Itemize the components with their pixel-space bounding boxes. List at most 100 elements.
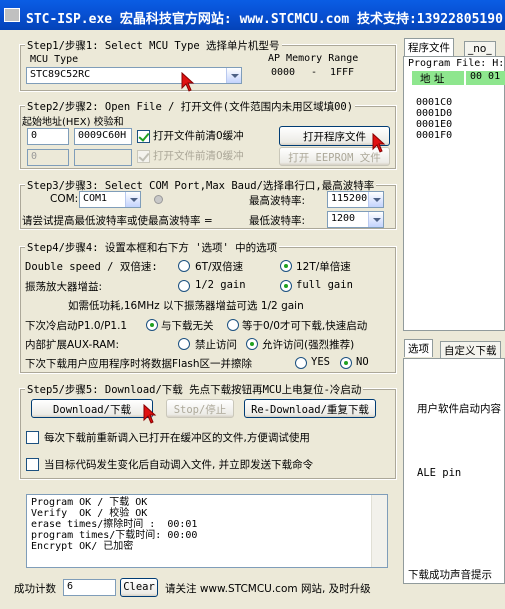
osc-full-label: full gain	[296, 279, 353, 291]
com-label: COM:	[50, 193, 79, 205]
window-title: STC-ISP.exe 宏晶科技官方网站: www.STCMCU.com 技术支…	[26, 12, 503, 27]
success-count-field: 6	[63, 579, 116, 596]
step5-label: Step5/步骤5: Download/下载 先点下载按钮再MCU上电复位-冷启…	[25, 382, 364, 397]
auxram-label: 内部扩展AUX-RAM:	[25, 339, 119, 351]
hex-row: 0001E0	[416, 119, 453, 130]
download-sound-label: 下载成功声音提示	[408, 569, 492, 581]
osc-half-label: 1/2 gain	[195, 279, 246, 291]
mcu-type-value: STC89C52RC	[30, 69, 91, 80]
tab-options[interactable]: 选项	[404, 339, 433, 357]
clear-buffer2-checkbox	[137, 150, 150, 163]
osc-note: 如需低功耗,16MHz 以下振荡器增益可选 1/2 gain	[68, 300, 304, 312]
p10-label: 下次冷启动P1.0/P1.1	[25, 320, 128, 332]
program-file-label: Program File: H:	[408, 58, 505, 69]
com-port-select[interactable]: COM1	[79, 191, 141, 208]
start-addr-label: 起始地址(HEX) 校验和	[22, 117, 124, 128]
clear-button-label: Clear	[123, 581, 155, 593]
reload-label: 每次下载前重新调入已打开在缓冲区的文件,方便调试使用	[44, 432, 310, 444]
min-baud-value: 1200	[331, 213, 356, 224]
app-icon	[4, 8, 20, 22]
clear-buffer2-label: 打开文件前清0缓冲	[153, 150, 244, 162]
min-baud-select[interactable]: 1200	[327, 211, 384, 228]
tab-no[interactable]: _no_	[464, 41, 496, 56]
status-led-icon	[154, 195, 163, 204]
hex-row: 0001D0	[416, 108, 453, 119]
tab-no-label: _no_	[468, 43, 492, 55]
val-header: 00 01	[466, 71, 505, 85]
auto-load-label: 当目标代码发生变化后自动调入文件, 并立即发送下载命令	[44, 459, 314, 471]
program-file-panel: Program File: H: 地 址 00 01 0001C0 0001D0…	[403, 56, 505, 331]
p10-none-radio[interactable]	[146, 319, 158, 331]
hex-row: 0001C0	[416, 97, 453, 108]
erase-yes-label: YES	[311, 356, 330, 368]
clear-buffer-label: 打开文件前清0缓冲	[153, 130, 244, 142]
max-baud-select[interactable]: 115200	[327, 191, 384, 208]
clear-buffer-checkbox[interactable]	[137, 130, 150, 143]
osc-half-radio[interactable]	[178, 280, 190, 292]
ap-memory-label: AP Memory Range	[268, 53, 359, 64]
ap-start: 0000	[271, 67, 296, 78]
erase-yes-radio[interactable]	[295, 357, 307, 369]
speed-6t-radio[interactable]	[178, 260, 190, 272]
ale-pin-label: ALE pin	[417, 467, 462, 479]
chevron-down-icon[interactable]	[368, 212, 383, 227]
checksum-field: 0009C60H	[74, 128, 132, 145]
erase-no-radio[interactable]	[340, 357, 352, 369]
stop-button-label: Stop/停止	[173, 404, 227, 416]
osc-label: 振荡放大器增益:	[25, 281, 103, 293]
ap-end: 1FFF	[330, 67, 355, 78]
tab-program-file[interactable]: 程序文件	[404, 38, 454, 56]
redownload-button-label: Re-Download/重复下载	[251, 404, 369, 416]
stop-button: Stop/停止	[166, 399, 234, 418]
speed-6t-label: 6T/双倍速	[195, 261, 244, 273]
baud-hint: 请尝试提高最低波特率或使最高波特率 =	[22, 215, 213, 227]
log-line: Program OK / 下载 OK	[31, 497, 148, 508]
p10-zero-radio[interactable]	[227, 319, 239, 331]
visit-website-text: 请关注 www.STCMCU.com 网站, 及时升级	[165, 583, 371, 595]
tab-custom-download-label: 自定义下载	[444, 345, 497, 357]
log-output[interactable]: Program OK / 下载 OK Verify OK / 校验 OK era…	[26, 494, 388, 568]
max-baud-value: 115200	[331, 193, 368, 204]
osc-full-radio[interactable]	[280, 280, 292, 292]
clear-button[interactable]: Clear	[120, 578, 158, 597]
user-soft-label: 用户软件启动内容	[417, 403, 501, 415]
step4-label: Step4/步骤4: 设置本框和右下方 '选项' 中的选项	[25, 240, 280, 255]
auto-load-checkbox[interactable]	[26, 458, 39, 471]
auxram-enable-label: 允许访问(强烈推荐)	[262, 339, 355, 351]
mcu-type-select[interactable]: STC89C52RC	[26, 67, 242, 84]
step2-label: Step2/步骤2: Open File / 打开文件(文件范围内未用区域填00…	[25, 99, 356, 114]
min-baud-label: 最低波特率:	[249, 215, 306, 227]
p10-zero-label: 等于0/0才可下载,快速启动	[242, 320, 368, 332]
download-button[interactable]: Download/下载	[31, 399, 153, 418]
options-panel: 用户软件启动内容 ALE pin 下载成功声音提示	[403, 358, 505, 584]
erase-no-label: NO	[356, 356, 369, 368]
eeprom-checksum-field	[74, 149, 132, 166]
speed-label: Double speed / 双倍速:	[25, 261, 158, 273]
success-count-label: 成功计数	[14, 583, 56, 595]
com-port-value: COM1	[83, 193, 108, 204]
hex-row: 0001F0	[416, 130, 453, 141]
step3-label: Step3/步骤3: Select COM Port,Max Baud/选择串行…	[25, 178, 377, 193]
tab-custom-download[interactable]: 自定义下载	[440, 341, 501, 359]
auxram-enable-radio[interactable]	[246, 338, 258, 350]
addr-header: 地 址	[412, 71, 464, 85]
speed-12t-label: 12T/单倍速	[296, 261, 351, 273]
chevron-down-icon[interactable]	[125, 192, 140, 207]
chevron-down-icon[interactable]	[368, 192, 383, 207]
chevron-down-icon[interactable]	[226, 68, 241, 83]
log-line: erase times/擦除时间 : 00:01	[31, 519, 198, 530]
log-line: Verify OK / 校验 OK	[31, 508, 148, 519]
p10-none-label: 与下载无关	[161, 320, 214, 332]
speed-12t-radio[interactable]	[280, 260, 292, 272]
tab-options-label: 选项	[408, 343, 429, 355]
reload-checkbox[interactable]	[26, 431, 39, 444]
log-line: program times/下载时间: 00:00	[31, 530, 198, 541]
ap-separator: -	[311, 67, 318, 78]
max-baud-label: 最高波特率:	[249, 195, 306, 207]
auxram-disable-label: 禁止访问	[195, 339, 237, 351]
start-addr-input[interactable]: 0	[27, 128, 69, 145]
eeprom-addr-input: 0	[27, 149, 69, 166]
auxram-disable-radio[interactable]	[178, 338, 190, 350]
redownload-button[interactable]: Re-Download/重复下载	[244, 399, 376, 418]
log-scrollbar[interactable]	[371, 495, 387, 567]
